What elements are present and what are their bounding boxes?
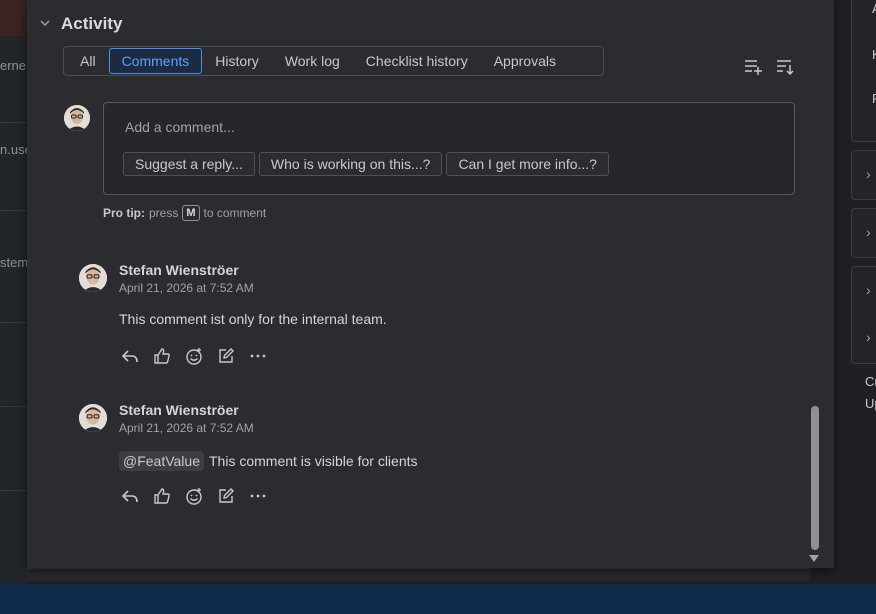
background-right-pane: A K F › › › › Cr Up (834, 0, 876, 614)
reply-icon[interactable] (120, 486, 140, 506)
add-reaction-icon[interactable] (184, 346, 204, 366)
background-divider (0, 210, 27, 211)
comment-timestamp[interactable]: April 21, 2026 at 7:52 AM (119, 281, 254, 295)
chevron-right-icon: › (866, 224, 871, 240)
background-divider (0, 122, 27, 123)
user-mention[interactable]: @FeatValue (119, 451, 204, 471)
comment-actions (120, 486, 268, 506)
tab-history[interactable]: History (202, 48, 272, 74)
author-avatar[interactable] (79, 404, 107, 432)
tab-work-log[interactable]: Work log (272, 48, 353, 74)
background-red-bar (0, 0, 27, 36)
suggest-reply-button[interactable]: Suggest a reply... (123, 152, 255, 176)
chevron-down-icon[interactable] (39, 17, 51, 32)
comment-actions (120, 346, 268, 366)
comment-timestamp[interactable]: April 21, 2026 at 7:52 AM (119, 421, 254, 435)
chevron-right-icon: › (866, 282, 871, 298)
background-bottom-bar (0, 584, 876, 614)
comment-author[interactable]: Stefan Wienströer (119, 402, 239, 418)
pro-tip: Pro tip: press M to comment (103, 205, 266, 221)
thumbs-up-icon[interactable] (152, 486, 172, 506)
comment-text: This comment is visible for clients (209, 453, 418, 469)
panel-footer-edge (27, 568, 810, 581)
background-divider (0, 490, 27, 491)
add-filter-icon[interactable] (743, 56, 763, 76)
chevron-right-icon: › (866, 329, 871, 345)
background-text: erne (0, 58, 27, 73)
edit-icon[interactable] (216, 486, 236, 506)
current-user-avatar[interactable] (64, 105, 90, 131)
background-divider (0, 322, 27, 323)
activity-title: Activity (61, 14, 123, 33)
tab-all[interactable]: All (67, 48, 109, 74)
edit-icon[interactable] (216, 346, 236, 366)
background-text: F (872, 91, 876, 106)
author-avatar[interactable] (79, 264, 107, 292)
activity-tabs: All Comments History Work log Checklist … (63, 46, 604, 76)
scroll-down-icon[interactable] (809, 555, 819, 562)
comment-author[interactable]: Stefan Wienströer (119, 262, 239, 278)
comment-input[interactable]: Add a comment... (125, 119, 235, 135)
sort-icon[interactable] (775, 56, 795, 76)
background-left-pane: erne n.use stem (0, 0, 32, 614)
background-text: Cr (865, 374, 876, 389)
activity-header[interactable]: Activity (39, 14, 122, 34)
comment-text: This comment ist only for the internal t… (119, 311, 387, 327)
pro-tip-text: to comment (203, 206, 267, 220)
background-divider (0, 406, 27, 407)
more-options-icon[interactable] (248, 346, 268, 366)
pro-tip-label: Pro tip: (103, 206, 145, 220)
comment-body: This comment ist only for the internal t… (119, 311, 387, 327)
background-text: A (872, 1, 876, 16)
scrollbar-thumb[interactable] (811, 406, 819, 550)
tab-comments[interactable]: Comments (108, 48, 203, 74)
tab-approvals[interactable]: Approvals (481, 48, 569, 74)
reply-suggestions: Suggest a reply... Who is working on thi… (123, 152, 609, 176)
background-card[interactable]: › (851, 150, 876, 200)
background-text: K (872, 47, 876, 62)
background-text: Up (865, 396, 876, 411)
reply-icon[interactable] (120, 346, 140, 366)
background-card[interactable]: › (851, 208, 876, 258)
comment-body: @FeatValue This comment is visible for c… (119, 451, 418, 471)
activity-panel: Activity All Comments History Work log C… (27, 0, 834, 568)
background-card[interactable]: › › (851, 266, 876, 364)
pro-tip-text: press (149, 206, 179, 220)
keyboard-shortcut: M (182, 205, 200, 221)
chevron-right-icon: › (866, 166, 871, 182)
comment-composer[interactable]: Add a comment... Suggest a reply... Who … (103, 102, 795, 195)
who-is-working-button[interactable]: Who is working on this...? (258, 152, 443, 176)
more-info-button[interactable]: Can I get more info...? (446, 152, 609, 176)
thumbs-up-icon[interactable] (152, 346, 172, 366)
more-options-icon[interactable] (248, 486, 268, 506)
tab-checklist-history[interactable]: Checklist history (353, 48, 481, 74)
add-reaction-icon[interactable] (184, 486, 204, 506)
background-text: stem (0, 255, 29, 270)
background-card: A K F (851, 0, 876, 142)
